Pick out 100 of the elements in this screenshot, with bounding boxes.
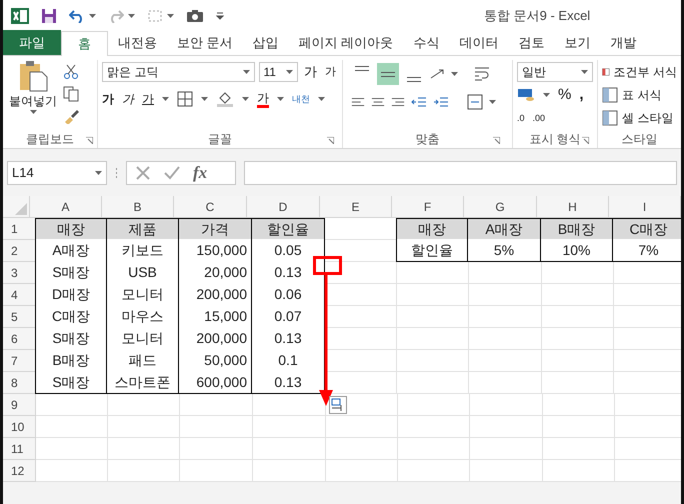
row-header[interactable]: 10 <box>3 416 36 438</box>
fill-color-icon[interactable] <box>216 91 234 107</box>
copy-icon[interactable] <box>63 86 79 102</box>
ribbon-tab[interactable]: 페이지 레이아웃 <box>288 31 404 55</box>
column-header[interactable]: F <box>392 196 464 217</box>
row-header[interactable]: 2 <box>3 240 36 262</box>
column-header[interactable]: G <box>464 196 537 217</box>
name-box[interactable]: L14 <box>7 161 107 185</box>
dropdown-caret-icon[interactable] <box>277 97 284 101</box>
dropdown-caret-icon[interactable] <box>286 70 293 74</box>
bold-button[interactable]: 가 <box>102 90 114 108</box>
dropdown-caret-icon[interactable] <box>128 14 135 18</box>
insert-function-button[interactable]: fx <box>193 160 208 186</box>
ribbon-tab[interactable]: 내전용 <box>108 31 167 55</box>
font-color-button[interactable]: 가 <box>257 90 269 108</box>
row-header[interactable]: 12 <box>3 460 36 482</box>
file-tab[interactable]: 파일 <box>3 30 61 55</box>
shrink-font-button[interactable]: 가 <box>323 64 338 80</box>
corner-triangle-icon <box>15 203 27 215</box>
vertical-align-button[interactable] <box>377 63 399 85</box>
merge-cells-icon[interactable] <box>467 94 483 110</box>
grow-font-button[interactable]: 가 <box>302 62 319 82</box>
ribbon-tab[interactable]: 수식 <box>403 31 450 55</box>
column-header[interactable]: C <box>174 196 247 217</box>
ribbon-tab[interactable]: 보기 <box>554 31 600 55</box>
row-header[interactable]: 7 <box>3 350 36 372</box>
decrease-decimal-button[interactable]: .00 <box>532 112 546 126</box>
dropdown-caret-icon[interactable] <box>167 14 174 18</box>
dropdown-caret-icon[interactable] <box>201 97 208 101</box>
currency-icon[interactable] <box>517 87 535 103</box>
customize-toolbar-icon[interactable] <box>216 12 224 20</box>
table-cell: 600,000 <box>179 371 252 394</box>
column-header[interactable]: B <box>102 196 174 217</box>
borders-icon[interactable] <box>177 91 193 107</box>
ribbon-tab[interactable]: 개발 <box>600 31 646 55</box>
percent-button[interactable]: % <box>558 84 572 106</box>
dropdown-caret-icon[interactable] <box>242 70 250 74</box>
row-header[interactable]: 6 <box>3 328 36 350</box>
decrease-indent-icon[interactable] <box>411 95 427 109</box>
camera-icon[interactable] <box>186 8 204 22</box>
dropdown-caret-icon[interactable] <box>581 70 588 74</box>
dialog-launcher-icon[interactable] <box>327 137 334 144</box>
ribbon-tab[interactable]: 데이터 <box>449 31 508 55</box>
table-cell: C매장 <box>613 218 681 240</box>
number-format-field[interactable]: 일반 <box>517 62 593 82</box>
dialog-launcher-icon[interactable] <box>86 137 93 144</box>
row-header[interactable]: 4 <box>3 284 36 306</box>
horizontal-align-icon[interactable] <box>391 95 405 109</box>
horizontal-align-icon[interactable] <box>351 95 365 109</box>
auto-fill-options-icon[interactable] <box>329 396 347 414</box>
dropdown-caret-icon[interactable] <box>95 171 102 175</box>
dialog-launcher-icon[interactable] <box>582 137 589 144</box>
dropdown-caret-icon[interactable] <box>489 100 496 104</box>
phonetic-button[interactable]: 내천 <box>292 94 310 104</box>
column-header[interactable]: H <box>537 196 609 217</box>
font-size-field[interactable]: 11 <box>258 62 298 82</box>
dropdown-caret-icon[interactable] <box>318 97 325 101</box>
undo-icon[interactable] <box>69 8 85 22</box>
paste-button[interactable]: 붙여넣기 <box>7 60 59 130</box>
save-icon[interactable] <box>41 8 57 24</box>
comma-button[interactable]: , <box>579 84 584 106</box>
style-menu-button[interactable]: 조건부 서식 <box>602 60 677 83</box>
increase-decimal-button[interactable]: .0 <box>517 112 525 126</box>
formula-input-field[interactable] <box>244 161 677 185</box>
table-cell: 15,000 <box>179 305 252 328</box>
dropdown-caret-icon[interactable] <box>543 93 550 97</box>
dropdown-caret-icon[interactable] <box>162 97 169 101</box>
scissors-icon[interactable] <box>63 64 79 80</box>
table-cell: S매장 <box>35 261 107 284</box>
style-menu-button[interactable]: 표 서식 <box>602 83 677 106</box>
ribbon-tab[interactable]: 삽입 <box>242 31 289 55</box>
dropdown-caret-icon[interactable] <box>89 14 96 18</box>
underline-button[interactable]: 가 <box>142 90 154 108</box>
row-header[interactable]: 1 <box>3 218 36 240</box>
column-header[interactable]: A <box>30 196 102 217</box>
wrap-text-icon[interactable] <box>474 66 490 82</box>
italic-button[interactable]: 가 <box>122 90 134 108</box>
drag-handle-icon[interactable] <box>115 167 118 179</box>
column-header[interactable]: I <box>609 196 681 217</box>
dropdown-caret-icon[interactable] <box>30 110 36 114</box>
style-menu-button[interactable]: 셀 스타일 <box>602 106 677 129</box>
row-header[interactable]: 9 <box>3 394 36 416</box>
row-header[interactable]: 8 <box>3 372 36 394</box>
table-cell: 10% <box>541 239 613 262</box>
dropdown-caret-icon[interactable] <box>451 72 458 76</box>
dropdown-caret-icon[interactable] <box>242 97 249 101</box>
row-header[interactable]: 3 <box>3 262 36 284</box>
row-header[interactable]: 11 <box>3 438 36 460</box>
ribbon-tab[interactable]: 보안 문서 <box>167 31 243 55</box>
column-header[interactable]: D <box>247 196 320 217</box>
check-icon[interactable] <box>163 165 181 181</box>
brush-icon[interactable] <box>63 108 79 124</box>
ribbon-tab[interactable]: 홈 <box>61 31 108 56</box>
increase-indent-icon[interactable] <box>433 95 449 109</box>
column-header[interactable]: E <box>320 196 392 217</box>
ribbon-tab[interactable]: 검토 <box>508 31 554 55</box>
horizontal-align-icon[interactable] <box>371 95 385 109</box>
dialog-launcher-icon[interactable] <box>493 137 500 144</box>
font-name-field[interactable]: 맑은 고딕 <box>102 62 255 82</box>
row-header[interactable]: 5 <box>3 306 36 328</box>
